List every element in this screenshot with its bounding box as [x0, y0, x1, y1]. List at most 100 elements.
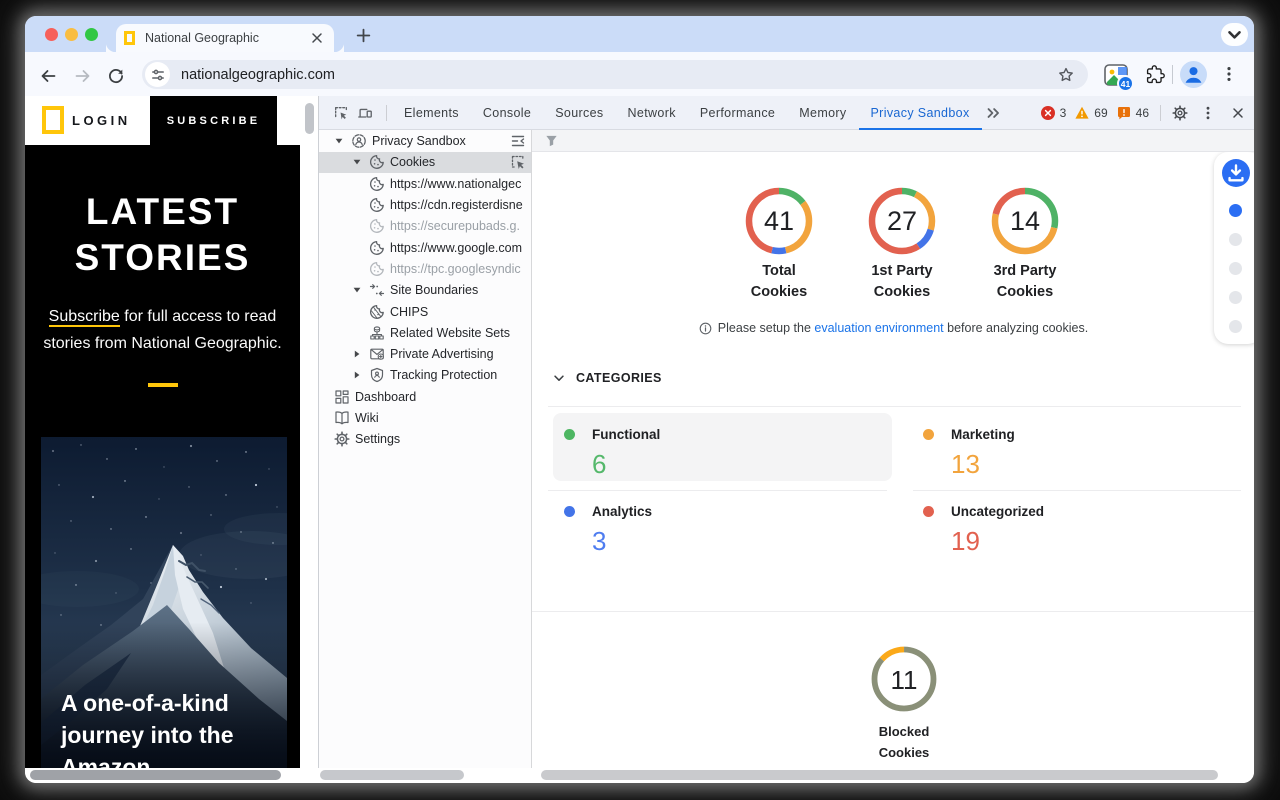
rws-icon	[369, 325, 385, 341]
cookie-icon	[369, 197, 385, 213]
devtools-tab-network[interactable]: Network	[616, 96, 688, 129]
category-value: 13	[951, 449, 1253, 480]
tabbar-divider	[386, 105, 387, 121]
zoom-window-button[interactable]	[85, 28, 98, 41]
nav-dot[interactable]	[1229, 291, 1242, 304]
bookmark-star-icon[interactable]	[1057, 66, 1075, 84]
expanded-twisty-icon[interactable]	[353, 286, 361, 294]
evaluation-environment-link[interactable]: evaluation environment	[814, 321, 943, 335]
category-card-analytics[interactable]: Analytics 3	[564, 504, 894, 557]
bottom-scrollbars	[25, 768, 1254, 783]
page-scrollbar-thumb[interactable]	[305, 103, 314, 134]
collapsed-twisty-icon[interactable]	[353, 350, 361, 358]
tree-item-https-www-google-com[interactable]: https://www.google.com	[319, 237, 531, 258]
tree-item-dashboard[interactable]: Dashboard	[319, 386, 531, 407]
devtools-menu-icon[interactable]	[1200, 105, 1216, 121]
device-toolbar-icon[interactable]	[357, 105, 373, 121]
tree-item-settings[interactable]: Settings	[319, 429, 531, 450]
collapse-icon[interactable]	[510, 133, 526, 149]
filter-funnel-icon[interactable]	[544, 133, 559, 148]
category-dot	[564, 506, 575, 517]
cookie-icon	[369, 261, 385, 277]
donut-label: BlockedCookies	[832, 721, 976, 763]
warning-badge[interactable]: 69	[1075, 106, 1107, 120]
boundaries-icon	[369, 282, 385, 298]
chips-icon	[369, 304, 385, 320]
subscribe-button[interactable]: SUBSCRIBE	[150, 96, 277, 145]
tree-item-related-website-sets[interactable]: Related Website Sets	[319, 322, 531, 343]
devtools-tab-console[interactable]: Console	[471, 96, 543, 129]
tree-item-https-securepubads-g[interactable]: https://securepubads.g.	[319, 216, 531, 237]
minimize-window-button[interactable]	[65, 28, 78, 41]
tab-close-icon[interactable]	[309, 30, 325, 46]
url-text[interactable]: nationalgeographic.com	[181, 67, 1057, 83]
category-dot	[564, 429, 575, 440]
expanded-twisty-icon[interactable]	[335, 137, 343, 145]
issues-badge[interactable]: 46	[1117, 106, 1149, 120]
browser-tab[interactable]: National Geographic	[116, 24, 334, 52]
browser-menu-button[interactable]	[1220, 65, 1238, 83]
nav-dot[interactable]	[1229, 233, 1242, 246]
tree-item-site-boundaries[interactable]: Site Boundaries	[319, 280, 531, 301]
error-badge[interactable]: 3	[1041, 106, 1067, 120]
promo-text: Subscribe for full access to readstories…	[25, 303, 300, 357]
tree-item-private-advertising[interactable]: Private Advertising	[319, 343, 531, 364]
category-card-uncategorized[interactable]: Uncategorized 19	[923, 504, 1253, 557]
caption-line1: A one-of-a-kind	[61, 690, 229, 716]
tree-item-https-www-nationalgec[interactable]: https://www.nationalgec	[319, 173, 531, 194]
expanded-twisty-icon[interactable]	[353, 158, 361, 166]
download-button[interactable]	[1222, 159, 1250, 187]
gear-icon	[334, 431, 350, 447]
category-card-functional[interactable]: Functional 6	[564, 427, 894, 480]
nav-dot[interactable]	[1229, 320, 1242, 333]
forward-button[interactable]	[74, 67, 92, 85]
natgeo-logo[interactable]	[42, 106, 64, 134]
extensions-puzzle-icon[interactable]	[1146, 65, 1165, 84]
devtools-close-icon[interactable]	[1230, 105, 1246, 121]
tree-item-https-cdn-registerdisne[interactable]: https://cdn.registerdisne	[319, 194, 531, 215]
category-card-marketing[interactable]: Marketing 13	[923, 427, 1253, 480]
back-button[interactable]	[39, 67, 57, 85]
privacy-sandbox-main: Please setup the evaluation environment …	[531, 130, 1254, 768]
nav-dot[interactable]	[1229, 262, 1242, 275]
login-button[interactable]: LOGIN	[72, 113, 131, 128]
privacy-sandbox-tree: Privacy SandboxCookieshttps://www.nation…	[319, 130, 531, 768]
devtools-tab-elements[interactable]: Elements	[392, 96, 471, 129]
address-bar[interactable]: nationalgeographic.com	[142, 60, 1088, 89]
hero-title: LATESTSTORIES	[25, 189, 300, 281]
devtools-tabs: ElementsConsoleSourcesNetworkPerformance…	[392, 96, 982, 129]
tree-item-tracking-protection[interactable]: Tracking Protection	[319, 365, 531, 386]
sandbox-icon	[351, 133, 367, 149]
new-tab-button[interactable]	[355, 27, 372, 44]
collapsed-twisty-icon[interactable]	[353, 371, 361, 379]
caption-line2: journey into the	[61, 722, 234, 748]
nav-dot-active[interactable]	[1229, 204, 1242, 217]
page-hscroll-thumb[interactable]	[30, 770, 281, 780]
picker-icon[interactable]	[510, 154, 526, 170]
devtools-tab-privacy-sandbox[interactable]: Privacy Sandbox	[859, 96, 982, 129]
main-hscroll-thumb[interactable]	[541, 770, 1218, 780]
devtools-tab-sources[interactable]: Sources	[543, 96, 615, 129]
tree-item-chips[interactable]: CHIPS	[319, 301, 531, 322]
devtools-tab-memory[interactable]: Memory	[787, 96, 858, 129]
devtools-tabbar: ElementsConsoleSourcesNetworkPerformance…	[319, 96, 1254, 130]
tab-search-chevron-button[interactable]	[1221, 23, 1248, 46]
sidebar-hscroll-thumb[interactable]	[320, 770, 464, 780]
tree-item-wiki[interactable]: Wiki	[319, 407, 531, 428]
categories-header[interactable]: CATEGORIES	[552, 371, 662, 385]
refresh-button[interactable]	[107, 67, 125, 85]
tree-item-privacy-sandbox[interactable]: Privacy Sandbox	[319, 131, 531, 152]
extension-with-badge-button[interactable]: 41	[1102, 61, 1130, 89]
tree-item-https-tpc-googlesyndic[interactable]: https://tpc.googlesyndic	[319, 258, 531, 279]
close-window-button[interactable]	[45, 28, 58, 41]
devtools-settings-icon[interactable]	[1172, 105, 1188, 121]
more-tabs-icon[interactable]	[984, 104, 1002, 122]
inspect-element-icon[interactable]	[333, 105, 349, 121]
profile-avatar[interactable]	[1180, 61, 1207, 88]
promo-rest: for full access to read	[120, 308, 277, 325]
site-info-icon[interactable]	[145, 62, 170, 87]
subscribe-link[interactable]: Subscribe	[49, 308, 120, 327]
devtools-tab-performance[interactable]: Performance	[688, 96, 787, 129]
tree-item-cookies[interactable]: Cookies	[319, 152, 531, 173]
info-icon	[699, 322, 712, 335]
